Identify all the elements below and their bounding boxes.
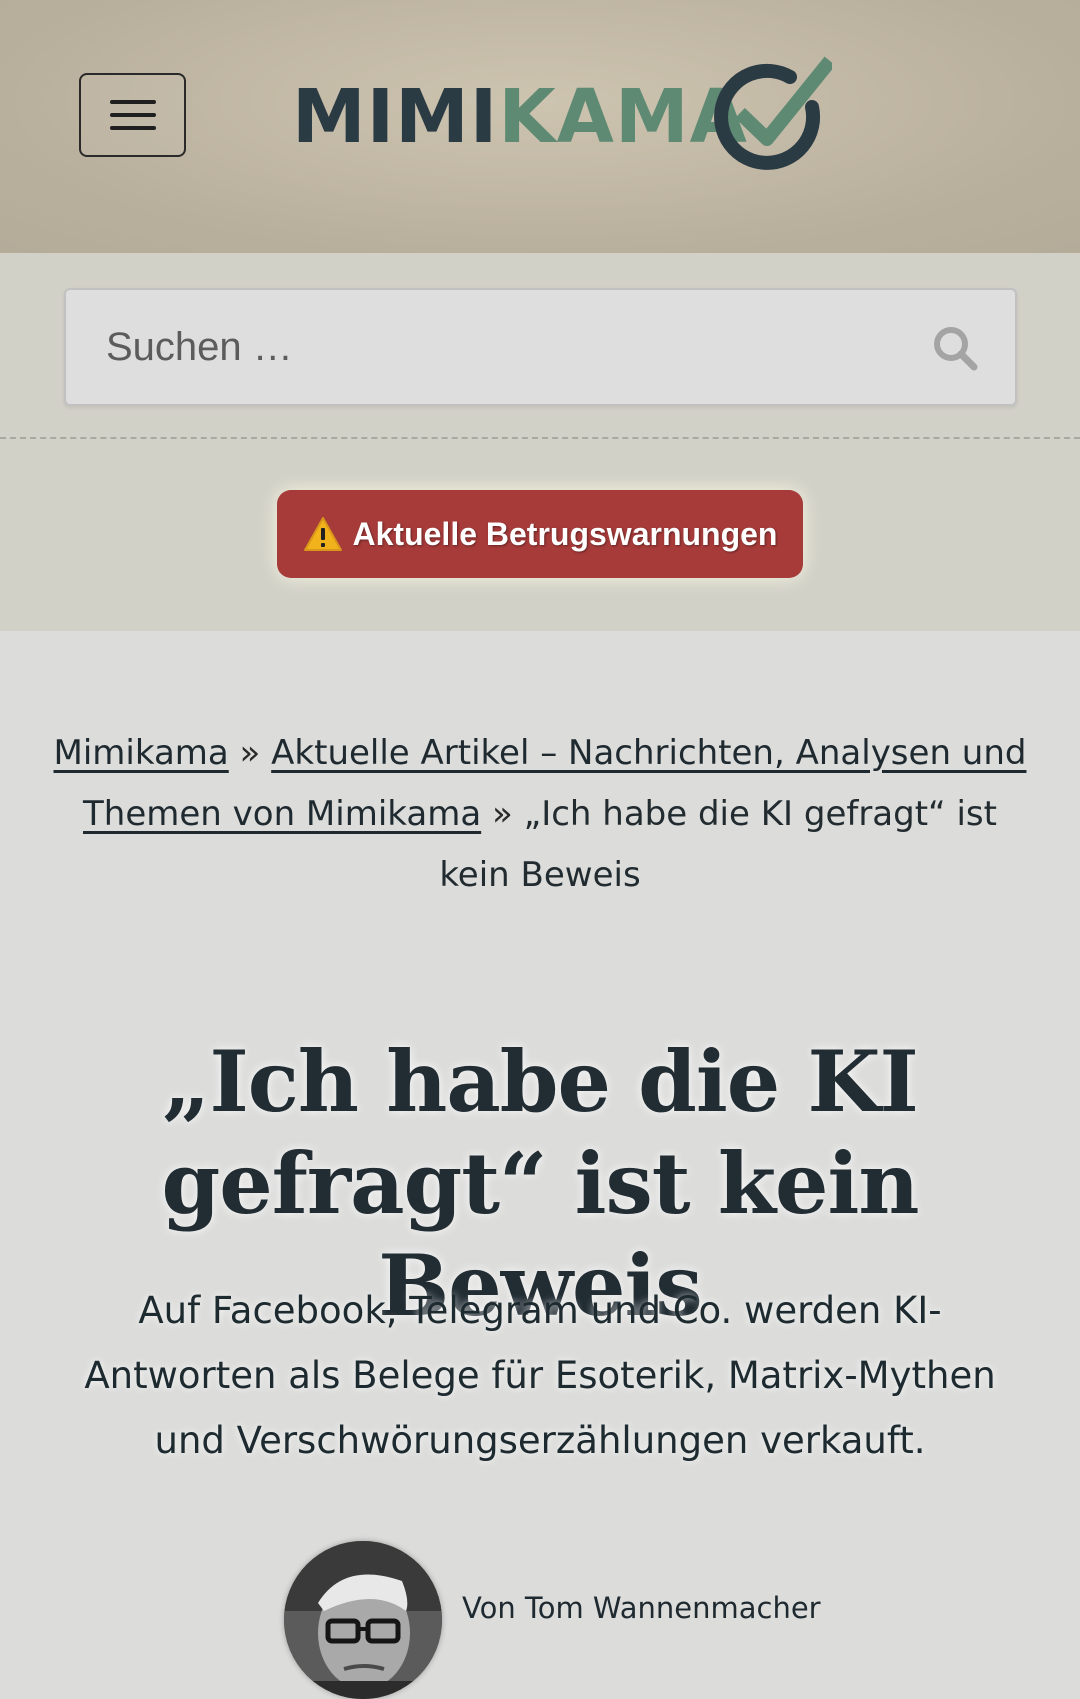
scam-warnings-button[interactable]: Aktuelle Betrugswarnungen: [277, 490, 803, 578]
site-logo[interactable]: MIMIKAMA: [292, 55, 832, 175]
avatar[interactable]: [284, 1541, 442, 1699]
breadcrumb-current: „Ich habe die KI gefragt“ ist kein Bewei…: [439, 794, 997, 895]
main-content: Mimikama » Aktuelle Artikel – Nachrichte…: [0, 631, 1080, 1699]
checkmark-circle-icon: [714, 56, 832, 170]
scam-warnings-label: Aktuelle Betrugswarnungen: [352, 515, 778, 552]
breadcrumb-separator: »: [491, 794, 513, 834]
menu-button[interactable]: [79, 73, 186, 157]
breadcrumb-home-link[interactable]: Mimikama: [54, 733, 229, 773]
breadcrumb: Mimikama » Aktuelle Artikel – Nachrichte…: [48, 723, 1032, 906]
site-header: MIMIKAMA: [0, 0, 1080, 253]
hamburger-icon: [109, 100, 156, 130]
dashed-divider: [0, 437, 1080, 439]
author-portrait: [284, 1541, 442, 1699]
search-input[interactable]: [106, 314, 886, 380]
author-byline: Von Tom Wannenmacher: [284, 1541, 884, 1699]
search-box: [64, 288, 1017, 406]
author-name[interactable]: Von Tom Wannenmacher: [462, 1591, 821, 1625]
breadcrumb-separator: »: [239, 733, 261, 773]
article-subtitle: Auf Facebook, Telegram und Co. werden KI…: [84, 1289, 996, 1462]
warning-icon: [303, 517, 342, 551]
logo-wordmark: MIMIKAMA: [292, 74, 748, 160]
search-band: Aktuelle Betrugswarnungen: [0, 253, 1080, 631]
search-icon[interactable]: [930, 323, 980, 373]
